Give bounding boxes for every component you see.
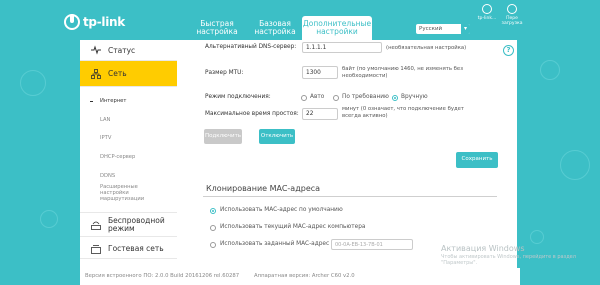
conn-mode-auto-radio[interactable]	[301, 95, 307, 101]
decor-bubble	[20, 70, 46, 96]
tp-link-logo: tp-link	[64, 13, 132, 30]
connect-button[interactable]: Подключить	[204, 129, 242, 144]
idle-time-note: минут (0 означает, что подключение будет…	[342, 106, 464, 119]
mac-default-label: Использовать MAC-адрес по умолчанию	[220, 207, 343, 213]
reboot-button[interactable]: Пере загрузка	[499, 4, 525, 26]
mac-custom-label: Использовать заданный MAC-адрес	[220, 241, 330, 247]
reboot-label: Пере загрузка	[501, 16, 523, 26]
mac-default-radio[interactable]	[210, 208, 216, 214]
sidebar-item-label: Гостевая сеть	[108, 244, 164, 253]
sidebar-item-guest-network[interactable]: Гостевая сеть	[80, 239, 177, 259]
conn-mode-ondemand-label: По требованию	[342, 94, 389, 100]
sidebar-item-status[interactable]: Статус	[80, 40, 177, 61]
idle-time-input[interactable]: 22	[302, 108, 338, 120]
subnav-advanced-routing[interactable]: Расширенные настройки маршрутизации	[100, 184, 162, 202]
subnav-iptv[interactable]: IPTV	[100, 135, 111, 141]
mtu-input[interactable]: 1300	[302, 66, 338, 79]
windows-activation-text: Чтобы активировать Windows, перейдите в …	[441, 254, 576, 266]
decor-bubble	[40, 210, 58, 228]
subnav-dhcp-server[interactable]: DHCP-сервер	[100, 154, 135, 160]
tp-link-cloud-label: tp-link...	[477, 16, 497, 21]
mtu-note: байт (по умолчанию 1460, не изменять без…	[342, 66, 464, 79]
disconnect-button[interactable]: Отключить	[259, 129, 295, 144]
firmware-version: Версия встроенного ПО: 2.0.0 Build 20161…	[85, 273, 240, 279]
mac-current-pc-label: Использовать текущий MAC-адрес компьютер…	[220, 224, 366, 230]
chevron-down-icon: ▾	[461, 24, 470, 34]
tab-advanced[interactable]: Дополнительные настройки	[302, 16, 372, 40]
section-divider	[203, 196, 497, 197]
alt-dns-note: (необязательная настройка)	[386, 45, 467, 51]
decor-bubble	[530, 230, 544, 244]
sidebar-item-network[interactable]: Сеть	[80, 61, 177, 87]
sidebar-item-label: Статус	[108, 45, 136, 55]
tp-link-cloud-icon	[482, 4, 492, 14]
sidebar-item-label: Беспроводной режим	[108, 215, 165, 233]
wireless-icon	[91, 221, 101, 230]
decor-bubble	[560, 150, 590, 180]
subnav-ddns[interactable]: DDNS	[100, 173, 115, 179]
tab-quick-setup[interactable]: Быстрая настройка	[190, 16, 244, 40]
subnav-lan[interactable]: LAN	[100, 117, 110, 123]
conn-mode-ondemand-radio[interactable]	[333, 95, 339, 101]
footer: Версия встроенного ПО: 2.0.0 Build 20161…	[80, 268, 520, 285]
windows-activation-title: Активация Windows	[441, 244, 525, 253]
idle-time-label: Максимальное время простоя:	[205, 111, 299, 117]
conn-mode-label: Режим подключения:	[205, 94, 271, 100]
conn-mode-auto-label: Авто	[310, 94, 325, 100]
language-select[interactable]: Русский ▾	[416, 24, 470, 34]
help-icon[interactable]: ?	[503, 45, 514, 56]
conn-mode-manual-label: Вручную	[401, 94, 428, 100]
guest-network-icon	[91, 244, 101, 254]
mac-address-input[interactable]: 00-0A-EB-13-7B-01	[331, 239, 413, 250]
alt-dns-label: Альтернативный DNS-сервер:	[205, 44, 297, 50]
conn-mode-manual-radio[interactable]	[392, 95, 398, 101]
tp-link-logo-icon	[64, 13, 80, 30]
mac-custom-radio[interactable]	[210, 242, 216, 248]
tab-basic[interactable]: Базовая настройка	[250, 16, 300, 40]
alt-dns-input[interactable]: 1.1.1.1	[302, 42, 382, 53]
mtu-label: Размер MTU:	[205, 70, 244, 76]
hardware-version: Аппаратная версия: Archer C60 v2.0	[254, 273, 355, 279]
mac-current-pc-radio[interactable]	[210, 225, 216, 231]
tp-link-cloud-button[interactable]: tp-link...	[474, 4, 500, 21]
pulse-icon	[91, 45, 101, 55]
network-icon	[91, 68, 101, 79]
sidebar-item-wireless[interactable]: Беспроводной режим	[80, 212, 177, 237]
reboot-icon	[507, 4, 517, 14]
decor-bubble	[540, 60, 560, 80]
sidebar: Статус Сеть Интернет LAN IPTV DHCP-серве…	[80, 40, 177, 285]
mac-clone-title: Клонирование MAC-адреса	[206, 184, 321, 193]
save-button[interactable]: Сохранить	[456, 152, 498, 168]
current-bullet	[90, 101, 93, 102]
subnav-internet[interactable]: Интернет	[100, 98, 126, 104]
language-value: Русский	[419, 26, 443, 32]
sidebar-item-label: Сеть	[108, 69, 127, 78]
